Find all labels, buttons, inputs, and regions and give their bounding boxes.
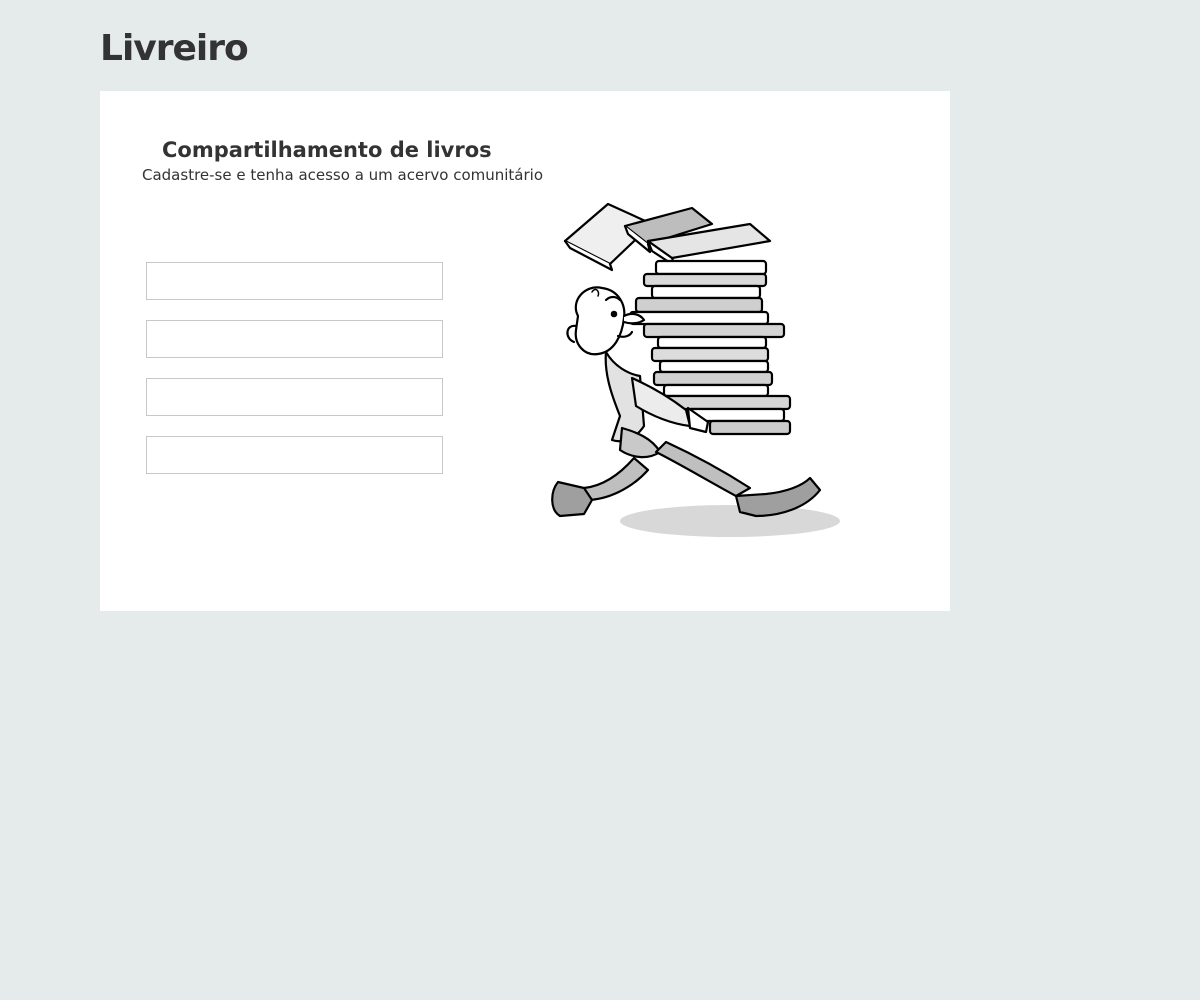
page-title: Compartilhamento de livros [162,138,492,162]
man-head [566,286,646,356]
signup-field-2[interactable] [146,320,443,358]
man-legs [551,440,822,518]
signup-field-4[interactable] [146,436,443,474]
page-subtitle: Cadastre-se e tenha acesso a um acervo c… [142,166,543,184]
man-carrying-books-illustration [551,202,840,537]
logo[interactable]: Livreiro [100,27,249,71]
signup-field-3[interactable] [146,378,443,416]
signup-card: Compartilhamento de livros Cadastre-se e… [100,91,950,611]
signup-field-1[interactable] [146,262,443,300]
